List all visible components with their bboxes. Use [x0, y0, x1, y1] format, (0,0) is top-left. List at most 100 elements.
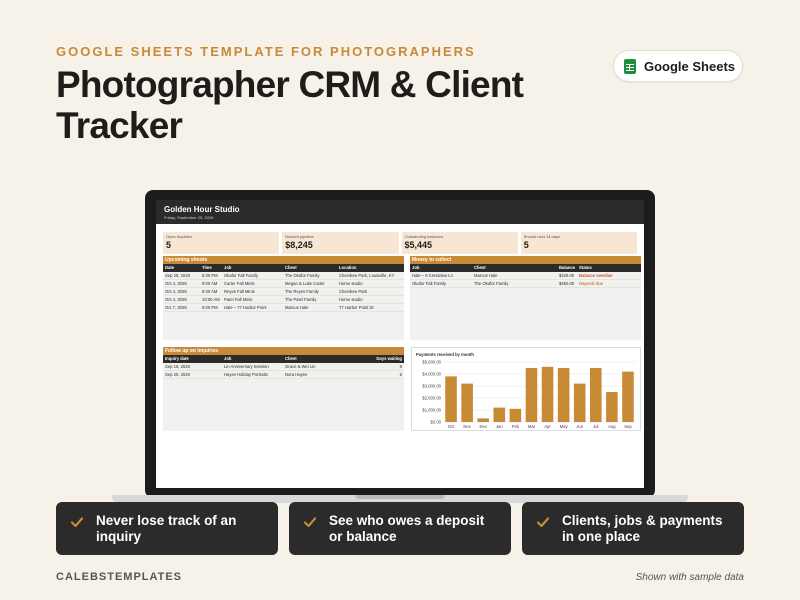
table-cell: Sep 20, 2026: [165, 372, 190, 377]
table-cell: Marcus Hale: [474, 273, 498, 278]
table-cell: The Okafor Family: [285, 273, 320, 278]
kpi-card: Booked pipeline $8,245: [282, 232, 399, 254]
feature-card: Clients, jobs & payments in one place: [522, 502, 744, 555]
table-cell: Hayes Holiday Portraits: [224, 372, 268, 377]
y-tick-label: $3,000.00: [422, 384, 441, 389]
brand-name: CALEBSTEMPLATES: [56, 571, 183, 583]
column-header: Client: [285, 265, 297, 270]
kpi-label: Booked pipeline: [285, 234, 314, 239]
checkmark-icon: [536, 517, 550, 528]
column-header: Days waiting: [376, 356, 402, 361]
sheet-date: Friday, September 25, 2026: [164, 215, 214, 220]
kpi-strip: Open Inquiries 5 Booked pipeline $8,245 …: [163, 232, 637, 254]
bar: [541, 366, 554, 422]
x-tick-label: Jan: [496, 424, 503, 429]
x-tick-label: Feb: [512, 424, 520, 429]
table-cell: Megan & Luke Carter: [285, 281, 325, 286]
table-cell: The Okafor Family: [474, 281, 509, 286]
feature-card: Never lose track of an inquiry: [56, 502, 278, 555]
table-cell: 6:00 PM: [202, 305, 218, 310]
x-tick-label: Sep: [624, 424, 632, 429]
table-cell: $450.00: [559, 281, 575, 286]
table-cell: Sep 16, 2026: [165, 364, 190, 369]
table-header: Inquiry date Job Client Days waiting: [163, 355, 404, 363]
table-cell: 5:30 PM: [202, 273, 218, 278]
y-tick-label: $5,000.00: [422, 360, 441, 365]
checkmark-icon: [70, 517, 84, 528]
page-title: Photographer CRM & Client Tracker: [56, 64, 524, 146]
column-header: Job: [224, 265, 232, 270]
table-cell: Okafor Fall Family: [412, 281, 446, 286]
table-cell: The Patel Family: [285, 297, 317, 302]
table-cell: 9: [399, 364, 402, 369]
payments-chart-panel: $0.00 $1,000.00 $2,000.00 $3,000.00 $4,000.0…: [411, 347, 641, 431]
column-header: Time: [202, 265, 212, 270]
table-cell: 77 Harbor Point Dr: [339, 305, 374, 310]
column-header: Location: [339, 265, 357, 270]
table-row: Sep 29, 2026 5:30 PM Okafor Fall Family …: [163, 272, 404, 280]
checkmark-icon: [303, 517, 317, 528]
column-header: Job: [224, 356, 232, 361]
kpi-card: Open Inquiries 5: [163, 232, 280, 254]
kpi-label: Outstanding balances: [404, 234, 444, 239]
column-header: Job: [412, 265, 420, 270]
studio-name: Golden Hour Studio: [164, 205, 240, 214]
bar: [590, 368, 602, 422]
eyebrow-label: GOOGLE SHEETS TEMPLATE FOR PHOTOGRAPHERS: [56, 44, 476, 59]
kpi-value: $8,245: [285, 240, 313, 250]
footnote: Shown with sample data: [635, 572, 744, 583]
upcoming-shoots-panel: Upcoming shoots Date Time Job Client Loc…: [163, 256, 404, 340]
feature-text: See who owes a deposit or balance: [329, 513, 485, 544]
table-cell: Sep 29, 2026: [165, 273, 190, 278]
status-badge: Deposit due: [579, 281, 603, 286]
bar: [525, 368, 538, 422]
y-tick-label: $4,000.00: [422, 372, 441, 377]
chart-title: Payments received by month: [416, 352, 474, 357]
table-row: Hale – 9 Crestview Ln Marcus Hale $425.0…: [410, 272, 641, 280]
table-row: Sep 16, 2026 Lin Anniversary Session Gra…: [163, 363, 404, 371]
table-cell: 9:00 AM: [202, 281, 218, 286]
table-cell: Home studio: [339, 281, 363, 286]
panel-title: Money to collect: [410, 256, 641, 264]
y-tick-label: $2,000.00: [422, 396, 441, 401]
kpi-label: Shoots next 14 days: [523, 234, 560, 239]
kpi-card: Outstanding balances $5,445: [401, 232, 518, 254]
table-cell: Cherokee Park: [339, 289, 367, 294]
table-header: Date Time Job Client Location: [163, 264, 404, 272]
table-header: Job Client Balance Status: [410, 264, 641, 272]
x-tick-label: Oct: [448, 424, 455, 429]
table-row: Oct 4, 2026 9:00 AM Carter Fall Minis Me…: [163, 280, 404, 288]
table-cell: Home studio: [339, 297, 363, 302]
table-cell: Lin Anniversary Session: [224, 364, 269, 369]
x-tick-label: Jun: [576, 424, 583, 429]
table-cell: Grace & Wei Lin: [285, 364, 316, 369]
table-cell: Oct 7, 2026: [165, 305, 187, 310]
google-sheets-icon: [624, 58, 636, 74]
kpi-value: 5: [166, 240, 172, 250]
bar: [622, 371, 634, 422]
table-row: Sep 20, 2026 Hayes Holiday Portraits Nor…: [163, 371, 404, 379]
y-tick-label: $0.00: [431, 420, 442, 425]
column-header: Client: [285, 356, 297, 361]
table-cell: Oct 4, 2026: [165, 297, 187, 302]
x-tick-label: Nov: [463, 424, 471, 429]
bar: [461, 383, 473, 422]
table-cell: Carter Fall Minis: [224, 281, 255, 286]
table-cell: 5: [399, 372, 402, 377]
kpi-card: Shoots next 14 days 5: [520, 232, 637, 254]
table-row: Oct 4, 2026 9:30 AM Reyes Fall Minis The…: [163, 288, 404, 296]
status-badge: Balance overdue: [579, 273, 613, 278]
column-header: Inquiry date: [165, 356, 189, 361]
table-cell: Nora Hayes: [285, 372, 308, 377]
x-tick-label: Aug: [608, 424, 616, 429]
table-cell: Marcus Hale: [285, 305, 309, 310]
table-cell: Hale – 77 Harbor Point: [224, 305, 267, 310]
table-cell: Oct 4, 2026: [165, 281, 187, 286]
table-cell: Hale – 9 Crestview Ln: [412, 273, 453, 278]
bar: [509, 408, 522, 422]
table-cell: 9:30 AM: [202, 289, 218, 294]
table-row: Okafor Fall Family The Okafor Family $45…: [410, 280, 641, 288]
x-tick-label: Dec: [479, 424, 486, 429]
kpi-value: 5: [523, 240, 529, 250]
bar: [557, 368, 570, 422]
